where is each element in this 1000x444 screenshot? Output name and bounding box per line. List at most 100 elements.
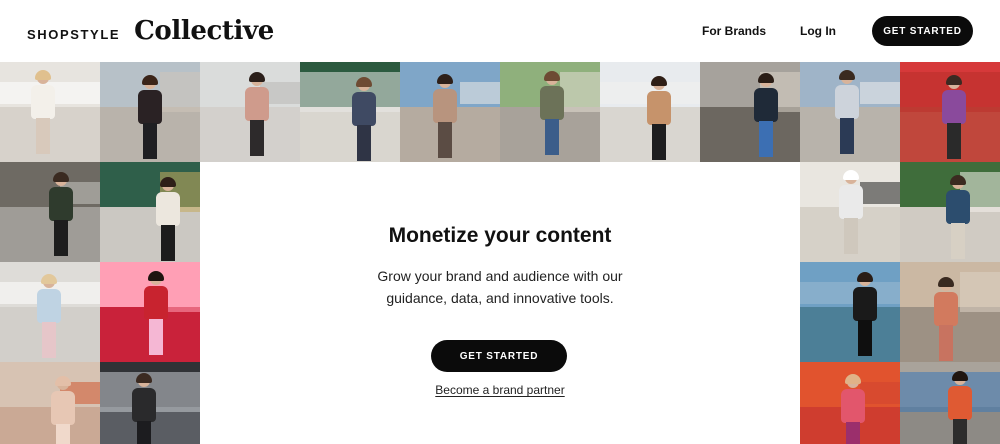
person-figure [135, 75, 165, 161]
hero-title: Monetize your content [388, 224, 612, 247]
mosaic-photo [600, 62, 700, 162]
brand-collective: Collective [134, 16, 274, 46]
person-bottom [42, 322, 56, 358]
person-top [132, 388, 156, 422]
person-figure [832, 70, 862, 156]
person-top [31, 85, 55, 119]
brand-shopstyle: SHOPSTYLE [27, 27, 121, 42]
person-top [352, 92, 376, 126]
for-brands-link[interactable]: For Brands [685, 24, 783, 38]
hero-panel: Monetize your content Grow your brand an… [200, 162, 800, 444]
person-hair [946, 75, 962, 85]
person-figure [34, 274, 64, 360]
person-bottom [438, 122, 452, 158]
person-bottom [137, 421, 151, 444]
mosaic-photo [400, 62, 500, 162]
person-bottom [652, 124, 666, 160]
person-bottom [939, 325, 953, 361]
person-top [942, 90, 966, 124]
person-figure [28, 70, 58, 156]
mosaic-photo [100, 162, 200, 262]
brand-partner-link[interactable]: Become a brand partner [200, 383, 800, 397]
mosaic-photo [0, 262, 100, 362]
person-bottom [858, 320, 872, 356]
person-hair [136, 373, 152, 383]
person-figure [939, 75, 969, 161]
mosaic-photo [700, 62, 800, 162]
mosaic-photo [800, 62, 900, 162]
person-bottom [36, 118, 50, 154]
person-figure [349, 77, 379, 162]
person-bottom [545, 119, 559, 155]
person-figure [46, 172, 76, 258]
top-nav: For Brands Log In GET STARTED [685, 16, 973, 46]
person-hair [839, 70, 855, 80]
mosaic-photo [900, 362, 1000, 444]
person-figure [141, 271, 171, 357]
person-figure [931, 277, 961, 362]
person-bottom [844, 218, 858, 254]
person-bottom [161, 225, 175, 261]
person-hair [857, 272, 873, 282]
person-top [37, 289, 61, 323]
mosaic-photo [900, 62, 1000, 162]
photo-backdrop [960, 272, 1000, 312]
person-top [839, 185, 863, 219]
person-top [853, 287, 877, 321]
person-hair [758, 73, 774, 83]
person-figure [242, 72, 272, 158]
person-top [156, 192, 180, 226]
site-header: SHOPSTYLE Collective For Brands Log In G… [0, 0, 1000, 62]
mosaic-photo [0, 62, 100, 162]
page: SHOPSTYLE Collective For Brands Log In G… [0, 0, 1000, 444]
person-hair [148, 271, 164, 281]
header-get-started-button[interactable]: GET STARTED [872, 16, 973, 46]
mosaic-photo [100, 262, 200, 362]
person-top [540, 86, 564, 120]
person-top [948, 386, 972, 420]
person-hair [142, 75, 158, 85]
person-hair [437, 74, 453, 84]
person-hair [356, 77, 372, 87]
person-bottom [951, 223, 965, 259]
mosaic-photo [800, 162, 900, 262]
brand-logo[interactable]: SHOPSTYLE Collective [27, 16, 274, 46]
person-top [138, 90, 162, 124]
person-bottom [250, 120, 264, 156]
log-in-link[interactable]: Log In [783, 24, 853, 38]
person-bottom [759, 121, 773, 157]
person-top [49, 187, 73, 221]
person-figure [850, 272, 880, 358]
person-bottom [56, 424, 70, 444]
person-figure [836, 170, 866, 256]
mosaic-photo [800, 362, 900, 444]
person-bottom [840, 118, 854, 154]
mosaic-photo [300, 62, 400, 162]
photo-backdrop [860, 182, 900, 204]
person-hair [651, 76, 667, 86]
person-figure [537, 71, 567, 157]
person-hair [160, 177, 176, 187]
photo-ground [100, 207, 200, 262]
person-hair [249, 72, 265, 82]
person-figure [430, 74, 460, 160]
hero-get-started-button[interactable]: GET STARTED [431, 340, 567, 372]
person-top [647, 91, 671, 125]
person-hair [53, 172, 69, 182]
photo-backdrop [460, 82, 500, 104]
person-bottom [947, 123, 961, 159]
person-figure [838, 374, 868, 444]
person-figure [945, 371, 975, 444]
photo-backdrop [160, 72, 200, 112]
person-figure [943, 175, 973, 261]
person-hair [41, 274, 57, 284]
person-hair [950, 175, 966, 185]
mosaic-photo [0, 162, 100, 262]
person-top [841, 389, 865, 423]
person-hair [952, 371, 968, 381]
mosaic-photo [900, 162, 1000, 262]
mosaic-photo [900, 262, 1000, 362]
person-bottom [846, 422, 860, 444]
person-hair [843, 170, 859, 180]
person-hair [938, 277, 954, 287]
